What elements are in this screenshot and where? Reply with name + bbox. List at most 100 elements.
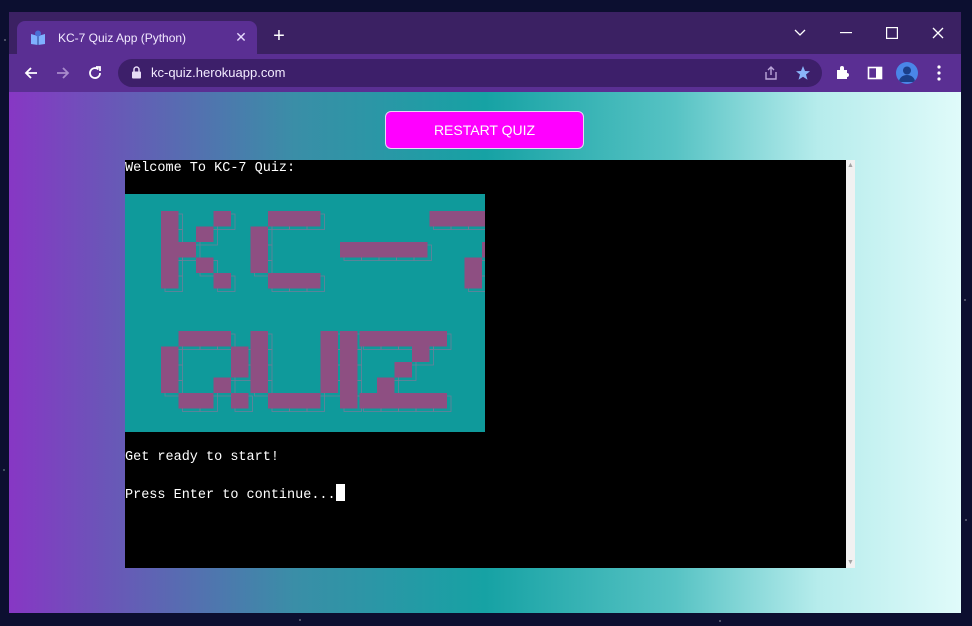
maximize-icon[interactable] — [877, 18, 907, 48]
banner-block — [303, 273, 321, 289]
close-tab-icon[interactable]: ✕ — [233, 29, 249, 45]
banner-block — [412, 331, 430, 347]
banner-block — [250, 377, 268, 393]
url-text: kc-quiz.herokuapp.com — [151, 65, 286, 80]
banner-block — [250, 257, 268, 273]
share-icon[interactable] — [763, 65, 779, 81]
banner-block — [394, 331, 412, 347]
kc7-quiz-ascii-banner — [125, 194, 522, 432]
banner-block — [161, 257, 179, 273]
banner-block — [357, 242, 375, 258]
favicon-icon — [30, 30, 46, 46]
menu-kebab-icon[interactable] — [929, 63, 949, 83]
banner-block — [196, 331, 214, 347]
banner-block — [392, 242, 410, 258]
title-bar: KC-7 Quiz App (Python) ✕ + — [9, 12, 961, 54]
banner-block — [213, 377, 231, 393]
banner-block — [196, 257, 214, 273]
restart-quiz-button[interactable]: RESTART QUIZ — [385, 111, 584, 149]
banner-block — [377, 331, 395, 347]
banner-block — [161, 377, 179, 393]
back-arrow-icon[interactable] — [19, 61, 43, 85]
banner-block — [320, 346, 338, 362]
banner-block — [213, 331, 231, 347]
banner-block — [303, 393, 321, 409]
banner-block — [161, 362, 179, 378]
banner-block — [412, 346, 430, 362]
banner-block — [161, 273, 179, 289]
reload-icon[interactable] — [83, 61, 107, 85]
side-panel-icon[interactable] — [865, 63, 885, 83]
extensions-icon[interactable] — [833, 63, 853, 83]
terminal-prompt-text: Press Enter to continue... — [125, 488, 336, 503]
banner-block — [285, 273, 303, 289]
banner-block — [447, 211, 465, 227]
banner-block — [410, 242, 428, 258]
lock-icon — [131, 66, 142, 84]
tab-search-icon[interactable] — [785, 18, 815, 48]
banner-block — [268, 211, 286, 227]
banner-block — [250, 346, 268, 362]
banner-block — [340, 346, 358, 362]
banner-block — [250, 331, 268, 347]
banner-block — [359, 331, 377, 347]
banner-block — [285, 393, 303, 409]
banner-block — [482, 242, 500, 258]
banner-block — [340, 393, 358, 409]
terminal-ready-line: Get ready to start! — [125, 450, 279, 465]
browser-window: KC-7 Quiz App (Python) ✕ + kc-quiz.herok… — [9, 12, 961, 613]
terminal[interactable]: Welcome To KC-7 Quiz: Get ready to start… — [125, 160, 855, 568]
banner-block — [429, 393, 447, 409]
banner-block — [231, 346, 249, 362]
banner-block — [178, 242, 196, 258]
banner-block — [161, 226, 179, 242]
banner-block — [268, 393, 286, 409]
banner-block — [268, 273, 286, 289]
terminal-scrollbar[interactable]: ▲ ▼ — [846, 160, 855, 568]
minimize-icon[interactable] — [831, 18, 861, 48]
banner-block — [178, 331, 196, 347]
banner-block — [340, 362, 358, 378]
forward-arrow-icon[interactable] — [51, 61, 75, 85]
banner-block — [285, 211, 303, 227]
banner-block — [303, 211, 321, 227]
scroll-down-arrow-icon[interactable]: ▼ — [847, 559, 854, 566]
banner-block — [377, 393, 395, 409]
banner-block — [429, 331, 447, 347]
close-window-icon[interactable] — [923, 18, 953, 48]
banner-block — [213, 273, 231, 289]
bookmark-star-icon[interactable] — [795, 65, 811, 81]
banner-block — [250, 242, 268, 258]
banner-block — [231, 362, 249, 378]
scroll-up-arrow-icon[interactable]: ▲ — [847, 162, 854, 169]
profile-avatar-icon[interactable] — [896, 62, 918, 84]
browser-tab[interactable]: KC-7 Quiz App (Python) ✕ — [17, 21, 257, 54]
banner-block — [161, 346, 179, 362]
banner-block — [320, 331, 338, 347]
banner-block — [250, 226, 268, 242]
banner-block — [394, 362, 412, 378]
banner-block — [231, 393, 249, 409]
banner-block — [412, 393, 430, 409]
banner-block — [429, 211, 447, 227]
new-tab-button[interactable]: + — [269, 26, 289, 46]
banner-block — [375, 242, 393, 258]
banner-block — [359, 393, 377, 409]
banner-block — [213, 211, 231, 227]
banner-block — [394, 393, 412, 409]
terminal-welcome-line: Welcome To KC-7 Quiz: — [125, 161, 296, 176]
banner-block — [464, 257, 482, 273]
banner-block — [320, 362, 338, 378]
banner-block — [161, 242, 179, 258]
banner-block — [340, 331, 358, 347]
banner-block — [464, 211, 482, 227]
banner-block — [340, 242, 358, 258]
tab-title: KC-7 Quiz App (Python) — [58, 30, 187, 45]
terminal-cursor — [335, 484, 345, 501]
page-content: RESTART QUIZ Welcome To KC-7 Quiz: Get r… — [9, 92, 961, 613]
banner-graphic — [161, 211, 522, 412]
banner-block — [482, 211, 500, 227]
banner-block — [178, 393, 196, 409]
address-bar[interactable]: kc-quiz.herokuapp.com — [118, 59, 822, 87]
banner-block — [464, 273, 482, 289]
